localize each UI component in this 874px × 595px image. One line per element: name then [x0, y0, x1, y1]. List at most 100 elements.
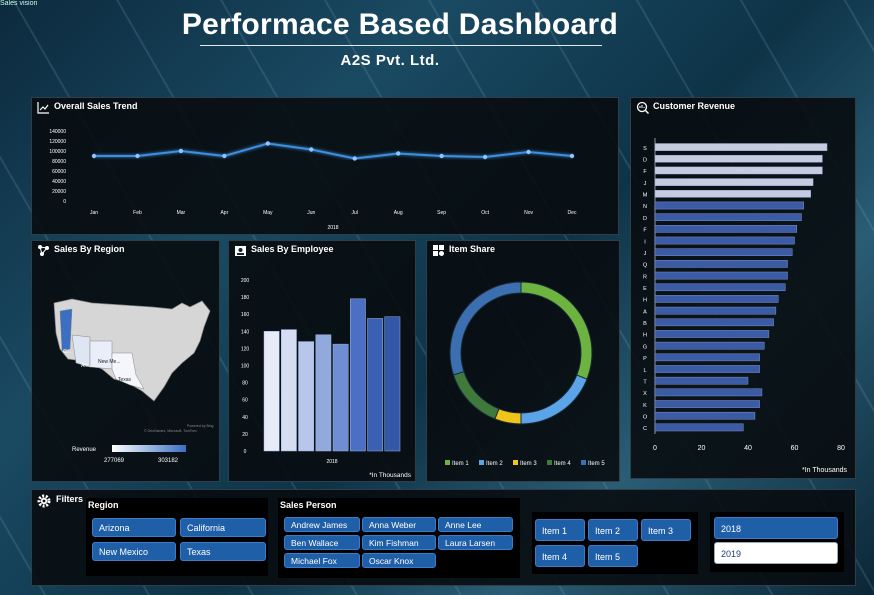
slicer-person-laura-larsen[interactable]: Laura Larsen [438, 535, 513, 550]
customer-bar[interactable] [654, 271, 788, 280]
customer-bar[interactable] [654, 236, 795, 245]
trend-ytick: 120000 [49, 139, 66, 145]
slicer-item-5[interactable]: Item 5 [588, 545, 638, 567]
donut-legend-label: Item 3 [520, 461, 537, 467]
customer-bar[interactable] [654, 260, 788, 268]
sales-trend-panel: Overall Sales Trend 140000 120000 100000 80… [31, 97, 619, 235]
customer-bar[interactable] [654, 213, 802, 221]
slicer-year-2019[interactable]: 2019 [714, 542, 838, 564]
trend-series-line [94, 142, 573, 160]
trend-point[interactable] [265, 141, 271, 146]
customer-bar[interactable] [654, 143, 828, 151]
employee-bar[interactable] [350, 298, 366, 452]
customer-bar[interactable] [654, 225, 798, 233]
customer-category-label: C [643, 426, 647, 432]
trend-xtick: Nov [524, 210, 533, 216]
customer-bar[interactable] [654, 248, 793, 256]
slicer-person-michael-fox[interactable]: Michael Fox [284, 553, 360, 568]
trend-point[interactable] [569, 153, 575, 159]
trend-xtick: Apr [220, 210, 228, 216]
slicer-item-2[interactable]: Item 2 [588, 519, 638, 541]
slicer-person-anne-lee[interactable]: Anne Lee [438, 517, 513, 532]
donut-legend-label: Item 5 [588, 461, 605, 467]
trend-point[interactable] [526, 149, 531, 155]
trend-ytick: 20000 [52, 189, 66, 195]
donut-legend-label: Item 4 [554, 461, 571, 467]
customer-bar[interactable] [654, 166, 823, 175]
customer-xtick: 20 [698, 445, 706, 452]
trend-point[interactable] [135, 153, 140, 159]
customer-bar[interactable] [654, 201, 805, 210]
trend-point[interactable] [178, 148, 184, 154]
slicer-item-1[interactable]: Item 1 [535, 519, 585, 541]
slicer-person-andrew-james[interactable]: Andrew James [284, 517, 360, 532]
slicer-person-oscar-knox[interactable]: Oscar Knox [362, 553, 436, 568]
customer-bar[interactable] [654, 330, 770, 338]
trend-point[interactable] [482, 154, 488, 160]
region-slicer-label: Region [88, 500, 119, 510]
customer-category-label: Q [643, 263, 648, 269]
slicer-region-arizona[interactable]: Arizona [92, 518, 176, 537]
customer-xtick: 60 [791, 445, 799, 452]
slicer-year-2018[interactable]: 2018 [714, 517, 838, 539]
customer-bar[interactable] [654, 190, 811, 198]
slicer-person-anna-weber[interactable]: Anna Weber [362, 517, 436, 532]
customer-bar[interactable] [654, 365, 760, 373]
trend-point[interactable] [395, 151, 401, 156]
item-share-panel: Item Share Item 1 Item 2 Item 3 Item 4 Item … [426, 240, 620, 482]
customer-bar[interactable] [654, 178, 814, 186]
trend-point[interactable] [309, 147, 314, 152]
donut-slice[interactable] [494, 408, 522, 425]
slicer-item-3[interactable]: Item 3 [641, 519, 691, 541]
employee-bar[interactable] [367, 318, 383, 452]
customer-bar[interactable] [654, 400, 760, 408]
employee-bar[interactable] [298, 341, 314, 452]
slicer-region-california[interactable]: California [180, 518, 266, 537]
customer-bar[interactable] [654, 341, 765, 350]
employee-bar[interactable] [281, 329, 297, 452]
customer-bar[interactable] [654, 283, 786, 292]
trend-xtick: Aug [394, 210, 403, 216]
customer-bar[interactable] [654, 388, 763, 397]
employee-bar[interactable] [384, 316, 401, 452]
customer-category-label: X [643, 391, 647, 397]
region-slicer: Region Arizona California New Mexico Tex… [86, 498, 268, 576]
window-label: Sales vision [0, 0, 38, 7]
slicer-item-4[interactable]: Item 4 [535, 545, 585, 567]
trend-point[interactable] [222, 153, 227, 159]
us-map[interactable]: C... Ari... New Me... Texas Powered by B… [32, 241, 219, 481]
slicer-region-newmexico[interactable]: New Mexico [92, 542, 176, 561]
customer-category-label: S [643, 146, 647, 152]
customer-bar[interactable] [654, 411, 756, 420]
donut-legend-label: Item 2 [486, 461, 503, 467]
slicer-person-kim-fishman[interactable]: Kim Fishman [362, 535, 436, 550]
employee-bar[interactable] [332, 343, 349, 452]
trend-xtick: Jun [307, 210, 315, 216]
customer-bar[interactable] [654, 306, 777, 315]
employee-ytick: 180 [241, 295, 250, 301]
customer-bar[interactable] [654, 423, 744, 432]
trend-point[interactable] [352, 156, 357, 161]
trend-xtick: Feb [133, 210, 142, 216]
customer-bar[interactable] [654, 295, 779, 303]
customer-xtick: 80 [837, 445, 845, 452]
donut-slice[interactable] [520, 281, 593, 380]
customer-category-label: D [643, 216, 647, 222]
employee-bar[interactable] [315, 334, 332, 452]
trend-point[interactable] [439, 153, 444, 159]
donut-slice[interactable] [449, 281, 522, 376]
customer-category-label: O [643, 414, 648, 420]
customer-category-label: N [643, 204, 647, 210]
customer-category-label: E [643, 286, 647, 292]
customer-bar[interactable] [654, 376, 749, 385]
trend-point[interactable] [91, 153, 97, 159]
employee-bar[interactable] [263, 331, 280, 452]
slicer-person-ben-wallace[interactable]: Ben Wallace [284, 535, 360, 550]
slicer-region-texas[interactable]: Texas [180, 542, 266, 561]
customer-bar[interactable] [654, 353, 760, 362]
donut-slice[interactable] [452, 370, 500, 420]
trend-ytick: 140000 [49, 129, 66, 135]
donut-slice[interactable] [520, 374, 588, 425]
customer-bar[interactable] [654, 154, 823, 163]
customer-bar[interactable] [654, 318, 774, 327]
